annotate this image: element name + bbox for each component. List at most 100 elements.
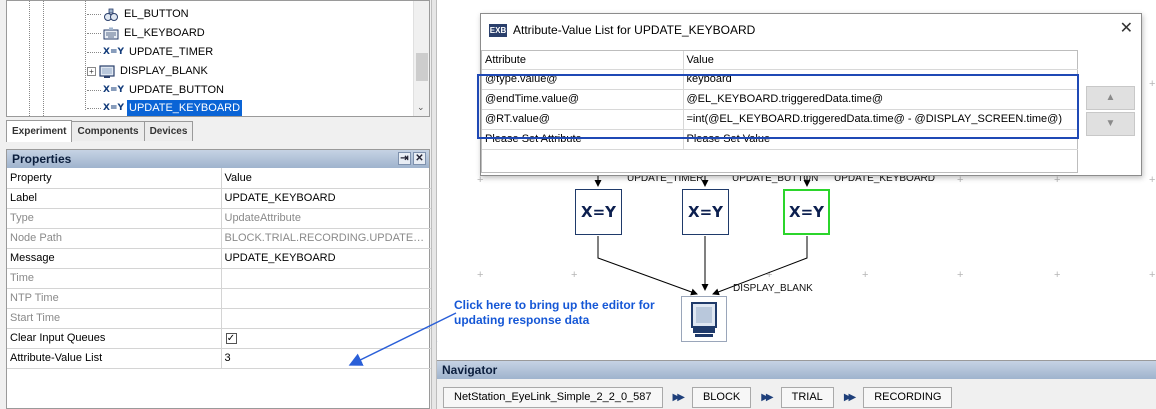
tab-components[interactable]: Components (71, 121, 145, 141)
node-update-keyboard[interactable]: X=Y (783, 189, 830, 235)
tree-item-update-keyboard[interactable]: X=Y UPDATE_KEYBOARD (87, 99, 243, 116)
node-update-button[interactable]: X=Y (682, 189, 729, 235)
attribute-cell[interactable]: @type.value@ (482, 69, 684, 90)
crumb-trial[interactable]: TRIAL (780, 387, 834, 408)
tree-connector (87, 13, 101, 15)
close-icon[interactable]: ✕ (413, 152, 426, 165)
tree-item-label: EL_KEYBOARD (124, 27, 205, 39)
tab-devices[interactable]: Devices (143, 121, 194, 141)
update-attribute-icon: X=Y (103, 85, 124, 95)
property-name: Attribute-Value List (7, 348, 222, 369)
property-row-time: Time (7, 268, 431, 289)
table-row[interactable]: Please Set Attribute Please Set Value (482, 129, 1078, 150)
dock-icon[interactable]: ⇥ (398, 152, 411, 165)
tree-item-label: UPDATE_KEYBOARD (127, 100, 243, 116)
connector-line (597, 236, 698, 296)
experiment-builder-window: EL_BUTTON EL_KEYBOARD X=Y UPDATE_TIMER + (0, 0, 1156, 409)
keyboard-icon (103, 27, 119, 39)
project-tabs: Experiment Components Devices (6, 120, 194, 143)
value-cell[interactable]: Please Set Value (683, 129, 1078, 150)
property-row-start-time: Start Time (7, 308, 431, 329)
annotation-callout: Click here to bring up the editor for up… (454, 298, 655, 327)
update-attribute-icon: X=Y (103, 103, 124, 113)
property-value[interactable]: 3 (221, 348, 431, 369)
clear-queues-checkbox[interactable]: ✓ (225, 333, 237, 344)
property-value[interactable]: UPDATE_KEYBOARD (221, 248, 431, 269)
property-name: Message (7, 248, 222, 269)
value-cell[interactable]: keyboard (683, 69, 1078, 90)
property-value (221, 308, 431, 329)
property-row-ntp-time: NTP Time (7, 288, 431, 309)
property-row-type: Type UpdateAttribute (7, 208, 431, 229)
table-row[interactable]: @type.value@ keyboard (482, 69, 1078, 90)
property-name: Clear Input Queues (7, 328, 222, 349)
tree-item-label: UPDATE_BUTTON (129, 84, 224, 96)
tree-item-update-button[interactable]: X=Y UPDATE_BUTTON (87, 81, 226, 99)
tree-connector (87, 89, 101, 91)
panel-buttons: ⇥ ✕ (398, 152, 426, 165)
tree-connector (87, 107, 101, 109)
property-row-label[interactable]: Label UPDATE_KEYBOARD (7, 188, 431, 209)
tree-item-display-blank[interactable]: + DISPLAY_BLANK (87, 62, 210, 80)
attribute-cell[interactable]: @RT.value@ (482, 109, 684, 130)
tree-scrollbar[interactable]: ⌄ (413, 1, 429, 116)
tree-guide-line (29, 1, 30, 116)
attribute-cell[interactable]: Please Set Attribute (482, 129, 684, 150)
table-row[interactable]: @endTime.value@ @EL_KEYBOARD.triggeredDa… (482, 89, 1078, 110)
close-icon[interactable]: ✕ (1120, 18, 1133, 38)
navigator-title: Navigator (437, 361, 1156, 379)
value-cell[interactable]: =int(@EL_KEYBOARD.triggeredData.time@ - … (683, 109, 1078, 130)
tree-guide-line (85, 1, 86, 110)
attribute-cell[interactable]: @endTime.value@ (482, 89, 684, 110)
tree-item-el-button[interactable]: EL_BUTTON (87, 5, 191, 23)
scrollbar-thumb[interactable] (416, 53, 428, 81)
property-row-message[interactable]: Message UPDATE_KEYBOARD (7, 248, 431, 269)
attribute-table: Attribute Value @type.value@ keyboard @e… (477, 50, 1079, 173)
property-value[interactable]: ✓ (221, 328, 431, 349)
expand-icon[interactable]: + (87, 66, 96, 76)
dialog-title-bar: EXB Attribute-Value List for UPDATE_KEYB… (489, 23, 755, 37)
table-header: Property Value (7, 168, 431, 189)
property-value[interactable]: UPDATE_KEYBOARD (221, 188, 431, 209)
property-value: UpdateAttribute (221, 208, 431, 229)
attribute-value-dialog: EXB Attribute-Value List for UPDATE_KEYB… (477, 13, 1142, 176)
left-panel: EL_BUTTON EL_KEYBOARD X=Y UPDATE_TIMER + (0, 0, 437, 409)
property-row-attribute-value-list[interactable]: Attribute-Value List 3 (7, 348, 431, 369)
property-value: BLOCK.TRIAL.RECORDING.UPDATE_KEY... (221, 228, 431, 249)
property-value (221, 288, 431, 309)
button-device-icon (104, 8, 118, 21)
dialog-title: Attribute-Value List for UPDATE_KEYBOARD (513, 23, 756, 37)
property-row-clear-input-queues[interactable]: Clear Input Queues ✓ (7, 328, 431, 349)
tree-item-update-timer[interactable]: X=Y UPDATE_TIMER (87, 43, 215, 61)
breadcrumb: NetStation_EyeLink_Simple_2_2_0_587 ▶▶ B… (443, 387, 953, 408)
move-down-button[interactable]: ▼ (1086, 112, 1135, 136)
node-label: DISPLAY_BLANK (733, 283, 813, 294)
navigator-panel: Navigator NetStation_EyeLink_Simple_2_2_… (437, 360, 1156, 409)
column-header-attribute: Attribute (482, 51, 684, 70)
property-name: Start Time (7, 308, 222, 329)
app-icon: EXB (489, 23, 507, 37)
node-update-timer[interactable]: X=Y (575, 189, 622, 235)
property-value (221, 268, 431, 289)
property-name: Time (7, 268, 222, 289)
value-cell[interactable]: @EL_KEYBOARD.triggeredData.time@ (683, 89, 1078, 110)
property-name: Label (7, 188, 222, 209)
chevron-double-right-icon: ▶▶ (761, 392, 774, 403)
property-name: Type (7, 208, 222, 229)
tree-guide-line (43, 1, 44, 116)
table-row[interactable]: @RT.value@ =int(@EL_KEYBOARD.triggeredDa… (482, 109, 1078, 130)
column-header-value: Value (683, 51, 1078, 70)
crumb-block[interactable]: BLOCK (691, 387, 752, 408)
tree-item-el-keyboard[interactable]: EL_KEYBOARD (87, 24, 207, 42)
move-up-button[interactable]: ▲ (1086, 86, 1135, 110)
tree-connector (87, 32, 101, 34)
tree-connector (87, 51, 101, 53)
crumb-experiment[interactable]: NetStation_EyeLink_Simple_2_2_0_587 (443, 387, 663, 408)
column-header-value: Value (221, 168, 431, 189)
properties-title: Properties (12, 152, 72, 166)
chevron-down-icon[interactable]: ⌄ (417, 102, 425, 113)
property-name: NTP Time (7, 288, 222, 309)
tab-experiment[interactable]: Experiment (6, 120, 73, 142)
crumb-recording[interactable]: RECORDING (863, 387, 953, 408)
node-display-blank[interactable] (681, 296, 727, 342)
